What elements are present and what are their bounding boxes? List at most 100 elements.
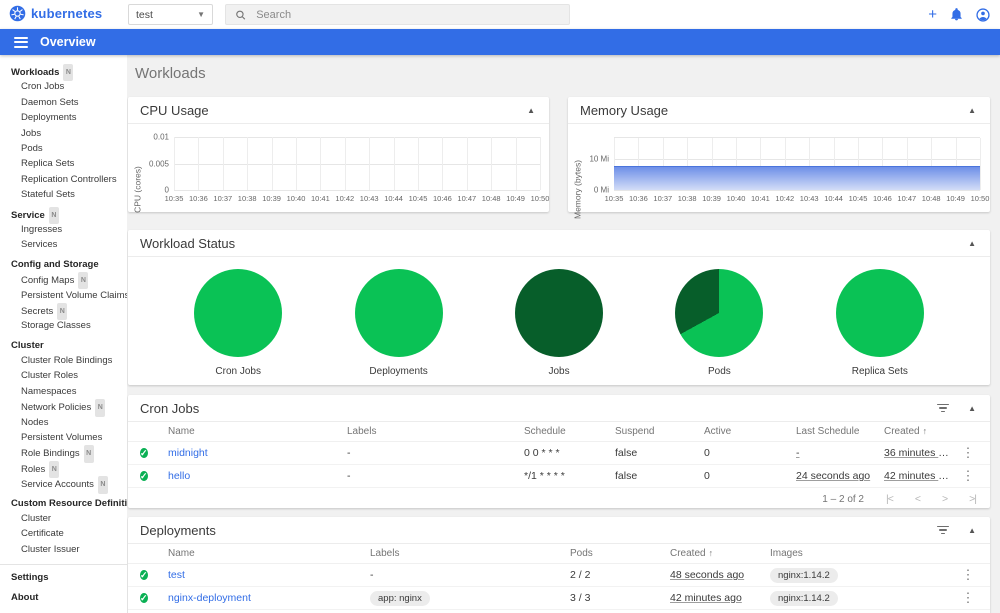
sidebar-item-cluster-issuer[interactable]: Cluster Issuer (0, 542, 127, 557)
table-row: ✓ test - 2 / 2 48 seconds ago nginx:1.14.2 ⋮ (128, 564, 990, 587)
x-tick-label: 10:49 (506, 194, 525, 203)
pie-chart-jobs[interactable] (515, 269, 604, 357)
suspend-cell: false (615, 447, 638, 459)
filter-icon[interactable] (936, 403, 950, 413)
sidebar-item-cluster-roles[interactable]: Cluster Roles (0, 368, 127, 383)
workload-status-deployments: Deployments (318, 269, 478, 385)
row-menu-kebab-icon[interactable]: ⋮ (958, 468, 978, 484)
sidebar-item-roles[interactable]: Roles N (0, 460, 127, 479)
sidebar-item-storage-classes[interactable]: Storage Classes (0, 318, 127, 333)
cron-job-link-midnight[interactable]: midnight (168, 447, 208, 459)
menu-hamburger-icon[interactable] (14, 36, 28, 48)
pie-chart-cron-jobs[interactable] (194, 269, 283, 357)
page-title: Workloads (135, 65, 206, 82)
kubernetes-logo[interactable]: kubernetes (9, 5, 102, 22)
gridline-horizontal (614, 159, 980, 161)
sidebar-section-custom-resource-definitions[interactable]: Custom Resource Definitions (0, 496, 127, 511)
sidebar-section-config-and-storage[interactable]: Config and Storage (0, 257, 127, 272)
deployment-link-test[interactable]: test (168, 569, 185, 581)
sidebar-item-service-accounts[interactable]: Service Accounts N (0, 476, 127, 494)
cron-job-link-hello[interactable]: hello (168, 470, 190, 482)
sidebar-item-services[interactable]: Services (0, 237, 127, 252)
sidebar-item-replica-sets[interactable]: Replica Sets (0, 156, 127, 171)
x-tick-label: 10:42 (775, 194, 795, 203)
labels-cell: - (347, 470, 351, 482)
row-menu-kebab-icon[interactable]: ⋮ (958, 445, 978, 461)
first-page-button[interactable]: |< (886, 493, 894, 505)
filter-icon[interactable] (936, 525, 950, 535)
next-page-button[interactable]: > (942, 493, 948, 505)
sidebar-section-service[interactable]: Service N (0, 206, 127, 224)
cron-jobs-table-header: Name Labels Schedule Suspend Active Last Sche… (128, 422, 990, 442)
sidebar-item-nodes[interactable]: Nodes (0, 415, 127, 430)
gridline-vertical (491, 137, 493, 190)
deployments-table-header: Name Labels Pods Created ↑ Images (128, 544, 990, 564)
sidebar-item-persistent-volume-claims[interactable]: Persistent Volume ClaimsN (0, 287, 127, 302)
sidebar-item-persistent-volumes[interactable]: Persistent Volumes (0, 430, 127, 445)
sidebar-item-network-policies[interactable]: Network Policies N (0, 399, 127, 417)
collapse-up-icon[interactable]: ▲ (966, 524, 978, 537)
column-header-images[interactable]: Images (770, 548, 958, 559)
active-cell: 0 (704, 447, 710, 459)
previous-page-button[interactable]: < (915, 493, 921, 505)
row-menu-kebab-icon[interactable]: ⋮ (958, 590, 978, 606)
column-header-labels[interactable]: Labels (370, 548, 570, 559)
column-header-created[interactable]: Created ↑ (884, 426, 958, 437)
x-tick-label: 10:46 (433, 194, 452, 203)
collapse-up-icon[interactable]: ▲ (966, 237, 978, 250)
sidebar-item-deployments[interactable]: Deployments (0, 110, 127, 125)
search-input[interactable] (256, 8, 560, 21)
column-header-suspend[interactable]: Suspend (615, 426, 704, 437)
sidebar-item-about[interactable]: About (0, 590, 127, 605)
column-header-schedule[interactable]: Schedule (524, 426, 615, 437)
column-header-name[interactable]: Name (168, 548, 370, 559)
pie-chart-replica-sets[interactable] (835, 269, 924, 357)
sidebar-section-cluster[interactable]: Cluster (0, 338, 127, 353)
sidebar-item-role-bindings[interactable]: Role Bindings N (0, 445, 127, 463)
sidebar-item-replication-controllers[interactable]: Replication Controllers (0, 172, 127, 187)
sidebar-item-settings[interactable]: Settings (0, 570, 127, 585)
sidebar-item-jobs[interactable]: Jobs (0, 126, 127, 141)
collapse-up-icon[interactable]: ▲ (525, 104, 537, 117)
pie-chart-pods[interactable] (675, 269, 764, 357)
sidebar-item-cluster[interactable]: Cluster (0, 511, 127, 526)
sidebar-item-config-maps[interactable]: Config Maps N (0, 272, 127, 290)
deployment-link-nginx-deployment[interactable]: nginx-deployment (168, 592, 251, 604)
notifications-bell-icon[interactable] (950, 8, 963, 21)
column-header-pods[interactable]: Pods (570, 548, 670, 559)
last-page-button[interactable]: >| (969, 493, 977, 505)
namespaced-badge: N (97, 476, 108, 494)
sidebar-item-certificate[interactable]: Certificate (0, 526, 127, 541)
pie-chart-deployments[interactable] (354, 269, 443, 357)
collapse-up-icon[interactable]: ▲ (966, 104, 978, 117)
row-menu-kebab-icon[interactable]: ⋮ (958, 567, 978, 583)
sidebar-item-ingresses[interactable]: Ingresses (0, 222, 127, 237)
sidebar-item-daemon-sets[interactable]: Daemon Sets (0, 95, 127, 110)
column-header-created[interactable]: Created ↑ (670, 548, 770, 559)
sidebar-item-label: Pods (21, 142, 43, 154)
namespace-selector[interactable]: test ▼ (128, 4, 213, 25)
sidebar-item-secrets[interactable]: Secrets N (0, 302, 127, 321)
column-header-labels[interactable]: Labels (347, 426, 524, 437)
search-bar[interactable] (225, 4, 570, 25)
sidebar-item-namespaces[interactable]: Namespaces (0, 384, 127, 399)
sidebar-item-cron-jobs[interactable]: Cron Jobs (0, 79, 127, 94)
sidebar-item-stateful-sets[interactable]: Stateful Sets (0, 187, 127, 202)
x-tick-label: 10:37 (213, 194, 233, 203)
user-account-icon[interactable] (976, 7, 990, 22)
collapse-up-icon[interactable]: ▲ (966, 402, 978, 415)
x-tick-label: 10:40 (286, 194, 306, 203)
column-header-name[interactable]: Name (168, 426, 347, 437)
status-ok-check-icon: ✓ (140, 592, 148, 603)
status-ok-check-icon: ✓ (140, 447, 148, 458)
sidebar-item-label: Ingresses (21, 223, 63, 235)
create-resource-button[interactable]: + (928, 7, 937, 22)
workload-status-pods: Pods (639, 269, 799, 385)
sidebar-item-label: Persistent Volume Claims (21, 290, 127, 302)
sidebar-item-cluster-role-bindings[interactable]: Cluster Role Bindings (0, 353, 127, 368)
sidebar-section-workloads[interactable]: Workloads N (0, 64, 127, 82)
column-header-last-schedule[interactable]: Last Schedule (796, 426, 884, 437)
sidebar-item-pods[interactable]: Pods (0, 141, 127, 156)
last-schedule-cell: 24 seconds ago (796, 470, 871, 482)
column-header-active[interactable]: Active (704, 426, 796, 437)
